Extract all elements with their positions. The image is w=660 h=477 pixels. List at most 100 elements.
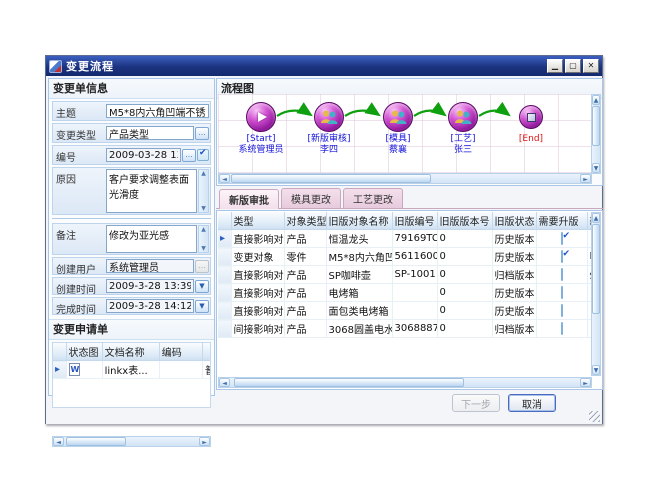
impact-selector-header [218, 212, 231, 230]
scrollbar-thumb[interactable] [231, 174, 431, 183]
upgrade-checkbox[interactable] [561, 286, 563, 299]
scroll-left-icon[interactable]: ◄ [53, 437, 64, 446]
scroll-right-icon[interactable]: ► [199, 437, 210, 446]
doc-name-cell[interactable]: linkx表... [102, 361, 159, 379]
table-row[interactable]: 间接影响对象 产品 3068圆盖电水壶 3068887 0 归档版本 [218, 320, 592, 338]
scroll-down-icon[interactable]: ▼ [592, 163, 600, 173]
table-row[interactable]: 直接影响对象 产品 恒温龙头 79169TC 0 历史版本 [218, 230, 592, 248]
upgrade-checkbox[interactable] [561, 250, 563, 263]
row-selector-cell [218, 248, 231, 266]
scrollbar-thumb[interactable] [234, 378, 464, 387]
close-button[interactable]: ✕ [583, 59, 599, 73]
creator-label: 创建用户 [53, 258, 105, 274]
doc-extra-cell[interactable]: 普通 [202, 361, 211, 379]
impact-table-panel: 类型 对象类型 旧版对象名称 旧版编号 旧版版本号 旧版状态 需要升版 新版 [216, 210, 603, 390]
scrollbar-thumb[interactable] [66, 437, 126, 446]
flow-node-mold[interactable] [383, 102, 413, 132]
reason-textarea[interactable]: 客户要求调整表面光滑度 [106, 169, 197, 213]
maximize-button[interactable]: ▢ [565, 59, 581, 73]
scrollbar-thumb[interactable] [592, 224, 600, 314]
creator-input[interactable] [106, 259, 194, 273]
col-need-upgrade[interactable]: 需要升版 [536, 212, 587, 230]
subject-input[interactable] [106, 104, 209, 118]
flow-vscrollbar[interactable]: ▲ ▼ [591, 94, 601, 174]
cancel-button[interactable]: 取消 [508, 394, 556, 412]
finish-time-field-row: 完成时间 ▼ [52, 297, 211, 315]
scroll-down-icon[interactable]: ▼ [199, 245, 208, 252]
finish-time-input[interactable] [106, 299, 194, 313]
request-col-doc-name: 文档名称 [102, 343, 159, 361]
doc-code-cell[interactable] [159, 361, 202, 379]
impact-table-viewport: 类型 对象类型 旧版对象名称 旧版编号 旧版版本号 旧版状态 需要升版 新版 [218, 212, 592, 376]
remark-textarea[interactable]: 修改为亚光感 [106, 225, 197, 253]
flow-node-review[interactable] [314, 102, 344, 132]
table-row[interactable]: 直接影响对象 产品 面包类电烤箱 0 历史版本 [218, 302, 592, 320]
create-time-input[interactable] [106, 279, 194, 293]
window-titlebar[interactable]: 变更流程 ▁ ▢ ✕ [46, 56, 602, 76]
flow-node-end[interactable] [519, 105, 543, 129]
impact-table-vscrollbar[interactable]: ▲ ▼ [591, 212, 601, 376]
tab-new-version-approve[interactable]: 新版审批 [219, 189, 279, 209]
window-body: 变更单信息 主题 变更类型 … 编号 … [46, 76, 602, 424]
flow-node-craft[interactable] [448, 102, 478, 132]
change-type-picker-button[interactable]: … [195, 127, 209, 140]
request-col-extra [202, 343, 211, 361]
people-icon [319, 109, 339, 125]
scroll-up-icon[interactable]: ▲ [592, 95, 600, 105]
number-input[interactable] [106, 148, 181, 162]
flow-canvas[interactable]: [Start]系统管理员 [新版审核]李四 [模具]蔡襄 [工艺]张三 [End [218, 94, 592, 174]
scroll-down-icon[interactable]: ▼ [592, 365, 600, 375]
scroll-down-icon[interactable]: ▼ [199, 205, 208, 212]
reason-field-row: 原因 客户要求调整表面光滑度 ▲▼ [52, 167, 211, 215]
number-checkbox[interactable] [197, 149, 209, 161]
table-row[interactable]: 直接影响对象 产品 SP咖啡壶 SP-1001 0 归档版本 SP咖 [218, 266, 592, 284]
tab-craft-change[interactable]: 工艺更改 [343, 188, 403, 208]
scroll-up-icon[interactable]: ▲ [592, 213, 600, 223]
upgrade-checkbox[interactable] [561, 322, 563, 335]
remark-scrollbar[interactable]: ▲▼ [198, 225, 209, 253]
change-order-info-panel: 变更单信息 主题 变更类型 … 编号 … [48, 78, 215, 396]
resize-grip-icon[interactable] [589, 411, 600, 422]
change-order-info-title: 变更单信息 [49, 79, 214, 99]
upgrade-checkbox[interactable] [561, 304, 563, 317]
scroll-right-icon[interactable]: ► [580, 378, 591, 387]
request-table-hscrollbar[interactable]: ◄ ► [52, 436, 211, 447]
change-type-field-row: 变更类型 … [52, 123, 211, 143]
tab-mold-change[interactable]: 模具更改 [281, 188, 341, 208]
scrollbar-thumb[interactable] [592, 106, 600, 146]
finish-time-dropdown-button[interactable]: ▼ [195, 300, 209, 313]
col-object-type[interactable]: 对象类型 [284, 212, 326, 230]
col-old-name[interactable]: 旧版对象名称 [326, 212, 392, 230]
col-old-number[interactable]: 旧版编号 [392, 212, 437, 230]
request-table-row[interactable]: linkx表... 普通 [53, 361, 211, 379]
people-icon [453, 109, 473, 125]
creator-field-row: 创建用户 … [52, 257, 211, 275]
scroll-right-icon[interactable]: ► [580, 174, 591, 183]
minimize-button[interactable]: ▁ [547, 59, 563, 73]
stop-icon [527, 113, 536, 122]
table-row[interactable]: 变更对象 零件 M5*8内六角凹... 5611600 0 历史版本 M5*8 [218, 248, 592, 266]
impact-table-hscrollbar[interactable]: ◄ ► [218, 377, 592, 388]
request-table: 状态图 文档名称 编码 linkx表... 普通 [53, 343, 211, 379]
scroll-up-icon[interactable]: ▲ [199, 170, 208, 177]
scroll-up-icon[interactable]: ▲ [199, 226, 208, 233]
table-row[interactable]: 直接影响对象 产品 电烤箱 0 历史版本 [218, 284, 592, 302]
upgrade-checkbox[interactable] [561, 268, 563, 281]
col-type[interactable]: 类型 [231, 212, 284, 230]
upgrade-checkbox[interactable] [561, 232, 563, 245]
reason-label: 原因 [53, 168, 105, 214]
change-process-window: 变更流程 ▁ ▢ ✕ 变更单信息 主题 变更类型 [45, 55, 603, 424]
flow-hscrollbar[interactable]: ◄ ► [218, 173, 592, 184]
request-table-viewport: 状态图 文档名称 编码 linkx表... 普通 [52, 342, 211, 408]
create-time-dropdown-button[interactable]: ▼ [195, 280, 209, 293]
change-type-input[interactable] [106, 126, 194, 140]
scroll-left-icon[interactable]: ◄ [219, 378, 230, 387]
flow-node-start[interactable] [246, 102, 276, 132]
request-selector-header [53, 343, 66, 361]
reason-scrollbar[interactable]: ▲▼ [198, 169, 209, 213]
scroll-left-icon[interactable]: ◄ [219, 174, 230, 183]
col-old-status[interactable]: 旧版状态 [492, 212, 536, 230]
creator-picker-button: … [195, 260, 209, 273]
number-picker-button[interactable]: … [182, 149, 196, 162]
col-old-version[interactable]: 旧版版本号 [437, 212, 492, 230]
